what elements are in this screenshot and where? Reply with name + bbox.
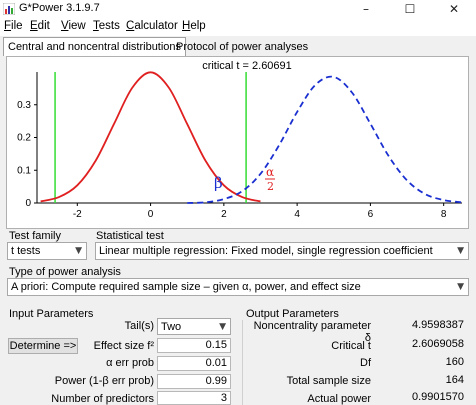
central-distribution-curve: [40, 71, 261, 203]
input-parameters-title: Input Parameters: [9, 308, 94, 320]
critical-t-output-label: Critical t: [331, 340, 371, 352]
menu-tests[interactable]: Tests: [93, 20, 120, 32]
x-tick-label: 4: [294, 209, 300, 220]
panel-divider: [242, 320, 243, 405]
beta-label: β: [214, 174, 223, 192]
tab-strip: Central and noncentral distributions Pro…: [0, 36, 476, 56]
noncentral-distribution-curve: [187, 75, 463, 204]
predictors-input[interactable]: 3: [157, 391, 231, 405]
close-icon[interactable]: ✕: [432, 0, 476, 18]
chevron-down-icon: ▼: [219, 322, 226, 332]
menu-file[interactable]: File: [4, 20, 23, 32]
y-tick-label: 0.3: [17, 100, 31, 111]
power-label: Power (1-β err prob): [54, 375, 154, 387]
df-label: Df: [360, 357, 371, 369]
statistical-test-select[interactable]: Linear multiple regression: Fixed model,…: [95, 242, 469, 260]
distribution-chart: -2 0 2 4 6 8 0 0.1 0.2 0.3 critical t = 2.60691 β…: [17, 60, 463, 220]
statistical-test-value: Linear multiple regression: Fixed model,…: [99, 245, 433, 257]
maximize-icon[interactable]: ☐: [388, 0, 432, 18]
x-tick-label: 6: [368, 209, 374, 220]
tails-value: Two: [161, 321, 182, 333]
tails-select[interactable]: Two ▼: [157, 318, 231, 335]
y-tick-label: 0.1: [17, 165, 31, 176]
alpha-half-denominator: 2: [267, 180, 274, 193]
critical-t-value: 2.6069058: [376, 337, 464, 352]
y-tick-label: 0.2: [17, 133, 31, 144]
alpha-err-label: α err prob: [106, 357, 154, 369]
menu-view[interactable]: View: [61, 20, 86, 32]
tails-label: Tail(s): [124, 320, 154, 332]
power-analysis-select[interactable]: A priori: Compute required sample size –…: [7, 278, 469, 296]
statistical-test-label: Statistical test: [96, 230, 164, 242]
chevron-down-icon: ▼: [457, 246, 464, 256]
test-family-label: Test family: [9, 230, 61, 242]
minimize-icon[interactable]: –: [344, 0, 388, 18]
chevron-down-icon: ▼: [75, 246, 82, 256]
critical-t-label: critical t = 2.60691: [202, 60, 292, 72]
actual-power-value: 0.9901570: [376, 390, 464, 405]
predictors-label: Number of predictors: [51, 393, 154, 405]
determine-button[interactable]: Determine =>: [8, 338, 78, 354]
x-tick-label: -2: [73, 209, 82, 220]
test-family-select[interactable]: t tests ▼: [7, 242, 87, 260]
menu-help[interactable]: Help: [182, 20, 206, 32]
power-analysis-value: A priori: Compute required sample size –…: [11, 281, 361, 293]
alpha-half-numerator: α: [266, 165, 274, 179]
actual-power-label: Actual power: [307, 393, 371, 405]
tab-protocol[interactable]: Protocol of power analyses: [172, 38, 312, 57]
alpha-err-input[interactable]: 0.01: [157, 356, 231, 371]
chevron-down-icon: ▼: [457, 282, 464, 292]
x-tick-label: 2: [221, 209, 227, 220]
df-value: 160: [376, 355, 464, 370]
output-parameters-title: Output Parameters: [246, 308, 339, 320]
power-input[interactable]: 0.99: [157, 374, 231, 389]
menu-edit[interactable]: Edit: [30, 20, 50, 32]
x-tick-label: 0: [148, 209, 154, 220]
test-family-value: t tests: [11, 245, 41, 257]
y-tick-label: 0: [25, 198, 31, 209]
effect-size-input[interactable]: 0.15: [157, 338, 231, 353]
total-sample-size-value: 164: [376, 373, 464, 388]
window-title: G*Power 3.1.9.7: [19, 2, 100, 14]
total-sample-size-label: Total sample size: [286, 375, 371, 387]
menu-calculator[interactable]: Calculator: [126, 20, 178, 32]
distribution-plot: -2 0 2 4 6 8 0 0.1 0.2 0.3 critical t = 2.60691 β…: [6, 56, 469, 229]
effect-size-label: Effect size f²: [93, 340, 154, 352]
title-bar: G*Power 3.1.9.7 – ☐ ✕: [0, 0, 476, 18]
x-tick-label: 8: [441, 209, 447, 220]
tab-central-distributions[interactable]: Central and noncentral distributions: [3, 37, 187, 56]
power-analysis-label: Type of power analysis: [9, 266, 121, 278]
gpower-app-icon: [3, 3, 15, 15]
menu-bar: File Edit View Tests Calculator Help: [0, 18, 476, 36]
ncp-value: 4.9598387: [376, 318, 464, 333]
